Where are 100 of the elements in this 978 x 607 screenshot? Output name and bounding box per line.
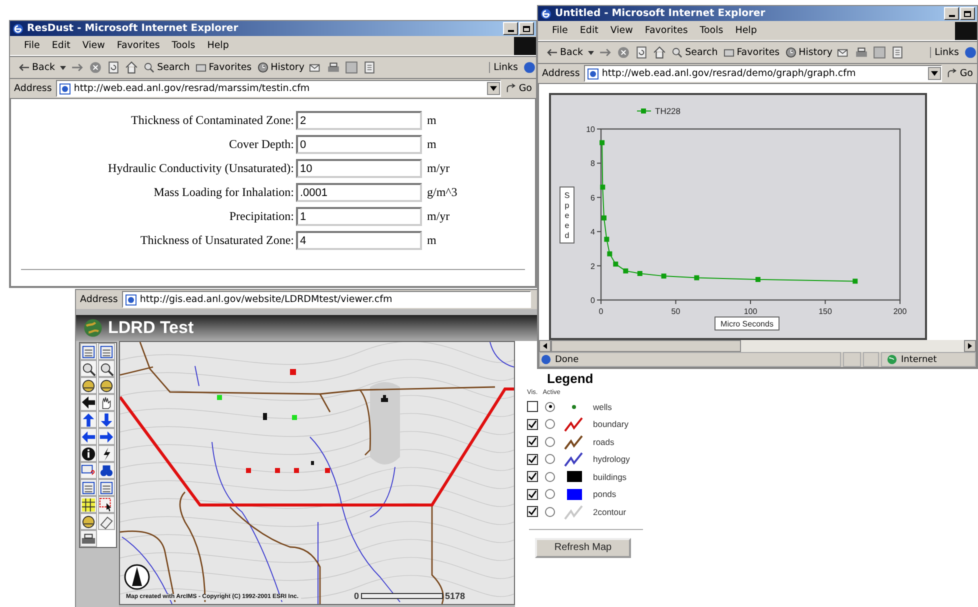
refresh-icon[interactable] bbox=[107, 61, 120, 74]
status-panel bbox=[843, 352, 861, 367]
lightning-icon[interactable] bbox=[98, 445, 115, 462]
visibility-checkbox[interactable] bbox=[527, 454, 538, 465]
refresh-map-button[interactable]: Refresh Map bbox=[535, 538, 631, 558]
data-point bbox=[600, 184, 606, 190]
scroll-thumb[interactable] bbox=[551, 340, 741, 352]
table-icon[interactable] bbox=[98, 479, 115, 496]
visibility-checkbox[interactable] bbox=[527, 471, 538, 482]
menu-item[interactable]: File bbox=[546, 25, 574, 36]
eraser-icon[interactable] bbox=[98, 513, 115, 530]
discuss-icon[interactable] bbox=[891, 46, 904, 59]
input-field[interactable]: 1 bbox=[296, 207, 422, 226]
menu-item[interactable]: Tools bbox=[166, 40, 202, 51]
visibility-checkbox[interactable] bbox=[527, 436, 538, 448]
back-button[interactable]: Back bbox=[546, 47, 594, 58]
address-field[interactable]: http://gis.ead.anl.gov/website/LDRDMtest/viewer.cfm bbox=[122, 291, 531, 308]
print-icon[interactable] bbox=[855, 46, 868, 59]
refresh-icon[interactable] bbox=[635, 46, 648, 59]
go-button[interactable]: Go bbox=[504, 83, 532, 94]
scroll-right-button[interactable] bbox=[964, 340, 976, 352]
visibility-checkbox[interactable] bbox=[527, 506, 538, 518]
menu-item[interactable]: Edit bbox=[574, 25, 604, 36]
menu-item[interactable]: Tools bbox=[694, 25, 730, 36]
menu-item[interactable]: Favorites bbox=[638, 25, 694, 36]
history-button[interactable]: History bbox=[784, 47, 832, 58]
input-field[interactable]: .0001 bbox=[296, 183, 422, 202]
up-arrow-icon[interactable] bbox=[80, 411, 97, 428]
go-button[interactable]: Go bbox=[946, 68, 973, 79]
info-icon[interactable] bbox=[80, 445, 97, 462]
active-radio-button[interactable] bbox=[545, 454, 555, 464]
layer-label: roads bbox=[593, 436, 614, 447]
favorites-button[interactable]: Favorites bbox=[194, 62, 252, 73]
scale-label: 0 bbox=[354, 591, 360, 601]
home-icon[interactable] bbox=[125, 61, 138, 74]
active-radio-button[interactable] bbox=[545, 419, 555, 430]
dropdown-button[interactable] bbox=[486, 82, 500, 95]
links-label[interactable]: Links bbox=[488, 62, 518, 73]
links-label[interactable]: Links bbox=[930, 47, 959, 58]
select-icon[interactable] bbox=[98, 496, 115, 513]
menu-item[interactable]: File bbox=[18, 40, 46, 51]
active-radio-button[interactable] bbox=[545, 436, 555, 447]
field-label: Mass Loading for Inhalation: bbox=[152, 185, 294, 200]
pan-hand-icon[interactable] bbox=[98, 394, 115, 411]
maximize-button[interactable] bbox=[960, 7, 975, 20]
active-radio-button[interactable] bbox=[545, 472, 555, 482]
zoom-out-icon[interactable] bbox=[98, 360, 115, 377]
menu-item[interactable]: View bbox=[76, 40, 111, 51]
field-label: Thickness of Contaminated Zone: bbox=[130, 113, 294, 128]
data-point bbox=[661, 274, 666, 279]
down-arrow-icon[interactable] bbox=[98, 411, 115, 428]
right-triangle-icon bbox=[968, 343, 972, 349]
visibility-checkbox[interactable] bbox=[527, 488, 538, 500]
favorites-button[interactable]: Favorites bbox=[722, 47, 780, 58]
scroll-left-button[interactable] bbox=[539, 340, 551, 352]
print-icon[interactable] bbox=[327, 61, 340, 74]
visibility-checkbox[interactable] bbox=[527, 418, 538, 430]
back-button[interactable]: Back bbox=[18, 62, 66, 73]
search-button[interactable]: Search bbox=[671, 47, 718, 58]
layers-icon[interactable] bbox=[80, 343, 97, 360]
menu-item[interactable]: View bbox=[604, 25, 639, 36]
horizontal-scrollbar[interactable] bbox=[539, 340, 976, 352]
active-radio-button[interactable] bbox=[545, 402, 555, 412]
query-icon[interactable] bbox=[80, 462, 97, 479]
menu-item[interactable]: Help bbox=[729, 25, 763, 36]
input-field[interactable]: 2 bbox=[296, 111, 422, 130]
print-icon[interactable] bbox=[80, 530, 97, 547]
stop-icon[interactable] bbox=[617, 46, 630, 59]
address-field[interactable]: http://web.ead.anl.gov/resrad/demo/graph/graph.cfm bbox=[584, 65, 942, 82]
menu-item[interactable]: Help bbox=[201, 40, 235, 51]
input-field[interactable]: 10 bbox=[296, 159, 422, 178]
menu-item[interactable]: Favorites bbox=[110, 40, 166, 51]
active-radio-button[interactable] bbox=[545, 506, 555, 517]
y-axis-label: Speed bbox=[560, 186, 574, 244]
address-field[interactable]: http://web.ead.anl.gov/resrad/marssim/testin.cfm bbox=[56, 80, 501, 97]
left-arrow-icon[interactable] bbox=[80, 428, 97, 445]
minimize-button[interactable] bbox=[944, 7, 959, 20]
input-field[interactable]: 0 bbox=[296, 135, 422, 154]
minimize-button[interactable] bbox=[503, 22, 518, 35]
forward-arrow-icon[interactable] bbox=[71, 61, 84, 74]
home-icon[interactable] bbox=[653, 46, 666, 59]
visibility-checkbox[interactable] bbox=[527, 401, 538, 412]
history-button[interactable]: History bbox=[256, 62, 304, 73]
binoculars-icon[interactable] bbox=[98, 462, 115, 479]
search-button[interactable]: Search bbox=[143, 62, 190, 73]
mail-icon[interactable] bbox=[837, 46, 850, 59]
back-arrow-icon[interactable] bbox=[80, 394, 97, 411]
maximize-button[interactable] bbox=[519, 22, 534, 35]
grid-icon[interactable] bbox=[80, 496, 97, 513]
stop-icon[interactable] bbox=[89, 61, 102, 74]
active-radio-button[interactable] bbox=[545, 489, 555, 500]
menu-item[interactable]: Edit bbox=[46, 40, 76, 51]
axis-tick-label: 2 bbox=[590, 262, 595, 271]
dropdown-button[interactable] bbox=[928, 67, 941, 80]
zoom-in-icon[interactable] bbox=[80, 360, 97, 377]
forward-arrow-icon[interactable] bbox=[599, 46, 612, 59]
legend-swatch bbox=[636, 108, 652, 114]
right-arrow-icon[interactable] bbox=[98, 428, 115, 445]
input-field[interactable]: 4 bbox=[296, 231, 422, 250]
discuss-icon[interactable] bbox=[363, 61, 376, 74]
